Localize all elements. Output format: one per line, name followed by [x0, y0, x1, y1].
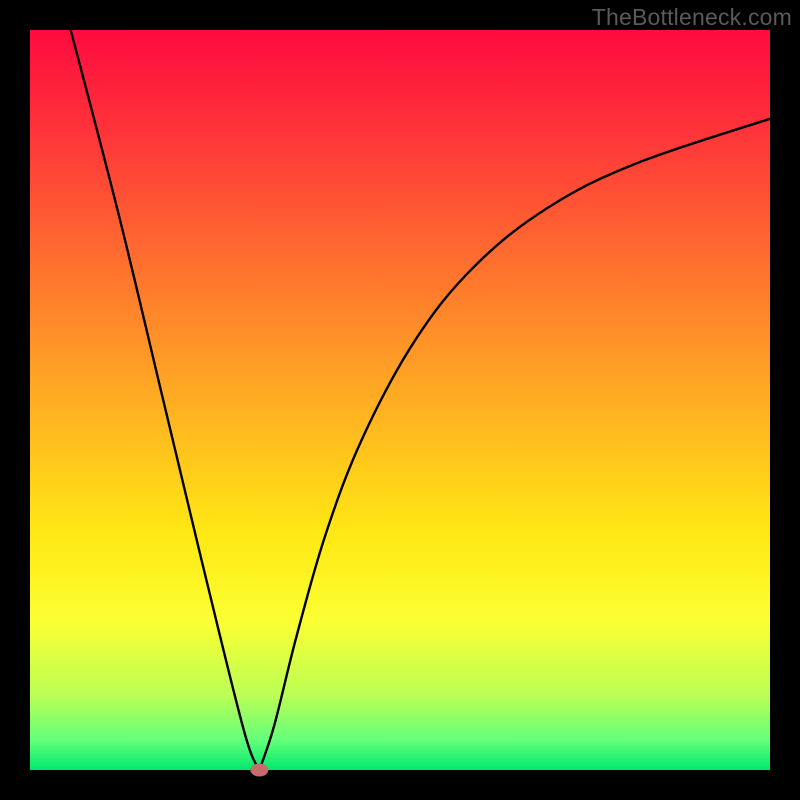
watermark-text: TheBottleneck.com	[592, 4, 792, 31]
plot-background	[30, 30, 770, 770]
chart-frame: TheBottleneck.com	[0, 0, 800, 800]
bottleneck-chart	[0, 0, 800, 800]
minimum-marker	[250, 764, 268, 777]
